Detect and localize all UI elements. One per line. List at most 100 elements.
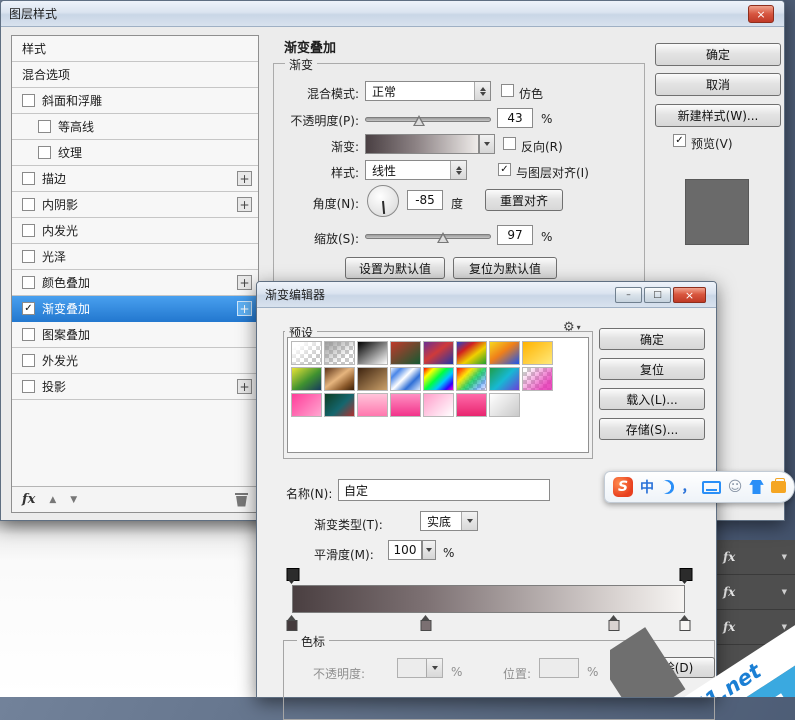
gradient-preset-violet-red-blue[interactable] <box>423 341 454 365</box>
delete-style-button[interactable] <box>235 493 248 507</box>
effect-checkbox[interactable] <box>22 328 35 341</box>
opacity-slider-thumb[interactable] <box>413 115 425 126</box>
style-select[interactable]: 线性 <box>365 160 467 180</box>
fullwidth-moon-icon[interactable] <box>661 480 674 494</box>
color-stop[interactable] <box>420 615 431 632</box>
gradient-preset-brown-to-tan[interactable] <box>357 367 388 391</box>
gradient-preset-transparent-to-magenta[interactable] <box>522 367 553 391</box>
opacity-stop[interactable] <box>680 568 691 585</box>
close-button[interactable]: × <box>748 5 774 23</box>
sidebar-item-color-overlay[interactable]: 颜色叠加+ <box>12 270 258 296</box>
presets-menu-button[interactable]: ⚙▾ <box>563 320 581 335</box>
punctuation-icon[interactable]: ， <box>681 477 695 497</box>
maximize-button[interactable]: □ <box>644 287 671 303</box>
gradient-preset-pink-light[interactable] <box>357 393 388 417</box>
new-style-button[interactable]: 新建样式(W)... <box>655 104 781 127</box>
effect-checkbox[interactable] <box>22 354 35 367</box>
gradient-preset-spectrum[interactable] <box>423 367 454 391</box>
emoji-icon[interactable]: ☺ <box>728 479 743 495</box>
angle-input[interactable]: -85 <box>407 190 443 210</box>
gradient-preset-spectrum-transparent[interactable] <box>456 367 487 391</box>
set-default-button[interactable]: 设置为默认值 <box>345 257 445 279</box>
sidebar-item-styles[interactable]: 样式 <box>12 36 258 62</box>
keyboard-icon[interactable] <box>702 481 720 494</box>
minimize-button[interactable]: – <box>615 287 642 303</box>
scale-slider[interactable] <box>365 234 491 239</box>
layer-style-titlebar[interactable]: 图层样式 <box>1 1 784 27</box>
reset-button[interactable]: 复位 <box>599 358 705 380</box>
gradient-preset-red-to-green[interactable] <box>390 341 421 365</box>
gradient-preview[interactable] <box>365 134 479 154</box>
close-button[interactable]: × <box>673 287 706 303</box>
sogou-logo[interactable]: S <box>613 477 633 497</box>
scale-slider-thumb[interactable] <box>437 232 449 243</box>
sidebar-item-pattern-overlay[interactable]: 图案叠加 <box>12 322 258 348</box>
effect-checkbox[interactable] <box>22 276 35 289</box>
effect-checkbox[interactable]: ✓ <box>22 302 35 315</box>
gradient-preset-orange-to-yellow[interactable] <box>522 341 553 365</box>
gradient-preset-yellow-green-navy[interactable] <box>291 367 322 391</box>
scale-input[interactable]: 97 <box>497 225 533 245</box>
dither-checkbox[interactable] <box>501 84 514 97</box>
gradient-preset-white-to-transparent[interactable] <box>291 341 322 365</box>
effect-checkbox[interactable] <box>38 120 51 133</box>
stop-position-input[interactable] <box>539 658 579 678</box>
gradient-preset-forest-teal-red[interactable] <box>324 393 355 417</box>
gradient-preset-green-cyan-purple[interactable] <box>489 367 520 391</box>
type-select[interactable]: 实底 <box>420 511 478 531</box>
cancel-button[interactable]: 取消 <box>655 73 781 96</box>
opacity-slider[interactable] <box>365 117 491 122</box>
gradient-preset-magenta-to-pink[interactable] <box>291 393 322 417</box>
ok-button[interactable]: 确定 <box>599 328 705 350</box>
gradient-preset-gray-to-transparent[interactable] <box>324 341 355 365</box>
add-effect-button[interactable]: + <box>237 171 252 186</box>
add-effect-button[interactable]: + <box>237 197 252 212</box>
smoothness-arrow[interactable] <box>422 540 436 560</box>
sidebar-item-stroke[interactable]: 描边+ <box>12 166 258 192</box>
effect-checkbox[interactable] <box>22 198 35 211</box>
angle-dial[interactable] <box>367 185 399 217</box>
move-up-button[interactable]: ▲ <box>49 495 56 505</box>
stop-opacity-input[interactable] <box>397 658 443 678</box>
chinese-mode-icon[interactable]: 中 <box>640 477 654 497</box>
sidebar-item-satin[interactable]: 光泽 <box>12 244 258 270</box>
move-down-button[interactable]: ▼ <box>70 495 77 505</box>
sidebar-item-contour[interactable]: 等高线 <box>12 114 258 140</box>
effect-checkbox[interactable] <box>22 380 35 393</box>
reset-align-button[interactable]: 重置对齐 <box>485 189 563 211</box>
effect-checkbox[interactable] <box>38 146 51 159</box>
effect-checkbox[interactable] <box>22 250 35 263</box>
gradient-preset-white-to-gray[interactable] <box>489 393 520 417</box>
sidebar-item-blending-options[interactable]: 混合选项 <box>12 62 258 88</box>
expand-effects-icon[interactable]: ▼ <box>782 553 787 561</box>
effect-checkbox[interactable] <box>22 172 35 185</box>
align-checkbox[interactable]: ✓ <box>498 163 511 176</box>
gradient-preset-yellow-orange-blue[interactable] <box>489 341 520 365</box>
add-effect-button[interactable]: + <box>237 275 252 290</box>
sidebar-item-inner-glow[interactable]: 内发光 <box>12 218 258 244</box>
gradient-preset-chrome-blue[interactable] <box>390 367 421 391</box>
sidebar-item-texture[interactable]: 纹理 <box>12 140 258 166</box>
gradient-preset-rose[interactable] <box>456 393 487 417</box>
opacity-input[interactable]: 43 <box>497 108 533 128</box>
sidebar-item-outer-glow[interactable]: 外发光 <box>12 348 258 374</box>
reset-default-button[interactable]: 复位为默认值 <box>453 257 557 279</box>
add-effect-button[interactable]: + <box>237 379 252 394</box>
preview-checkbox[interactable]: ✓ <box>673 134 686 147</box>
load-button[interactable]: 载入(L)... <box>599 388 705 410</box>
effect-checkbox[interactable] <box>22 224 35 237</box>
reverse-checkbox[interactable] <box>503 137 516 150</box>
effect-checkbox[interactable] <box>22 94 35 107</box>
ok-button[interactable]: 确定 <box>655 43 781 66</box>
sidebar-item-inner-shadow[interactable]: 内阴影+ <box>12 192 258 218</box>
add-effect-button[interactable]: + <box>237 301 252 316</box>
gradient-preset-pink-to-white[interactable] <box>423 393 454 417</box>
gradient-preset-black-to-white[interactable] <box>357 341 388 365</box>
skin-icon[interactable] <box>749 480 763 494</box>
color-stop[interactable] <box>287 615 298 632</box>
gradient-preset-copper[interactable] <box>324 367 355 391</box>
blend-mode-select[interactable]: 正常 <box>365 81 491 101</box>
gradient-preset-pink-magenta[interactable] <box>390 393 421 417</box>
sidebar-item-drop-shadow[interactable]: 投影+ <box>12 374 258 400</box>
name-input[interactable]: 自定 <box>338 479 550 501</box>
